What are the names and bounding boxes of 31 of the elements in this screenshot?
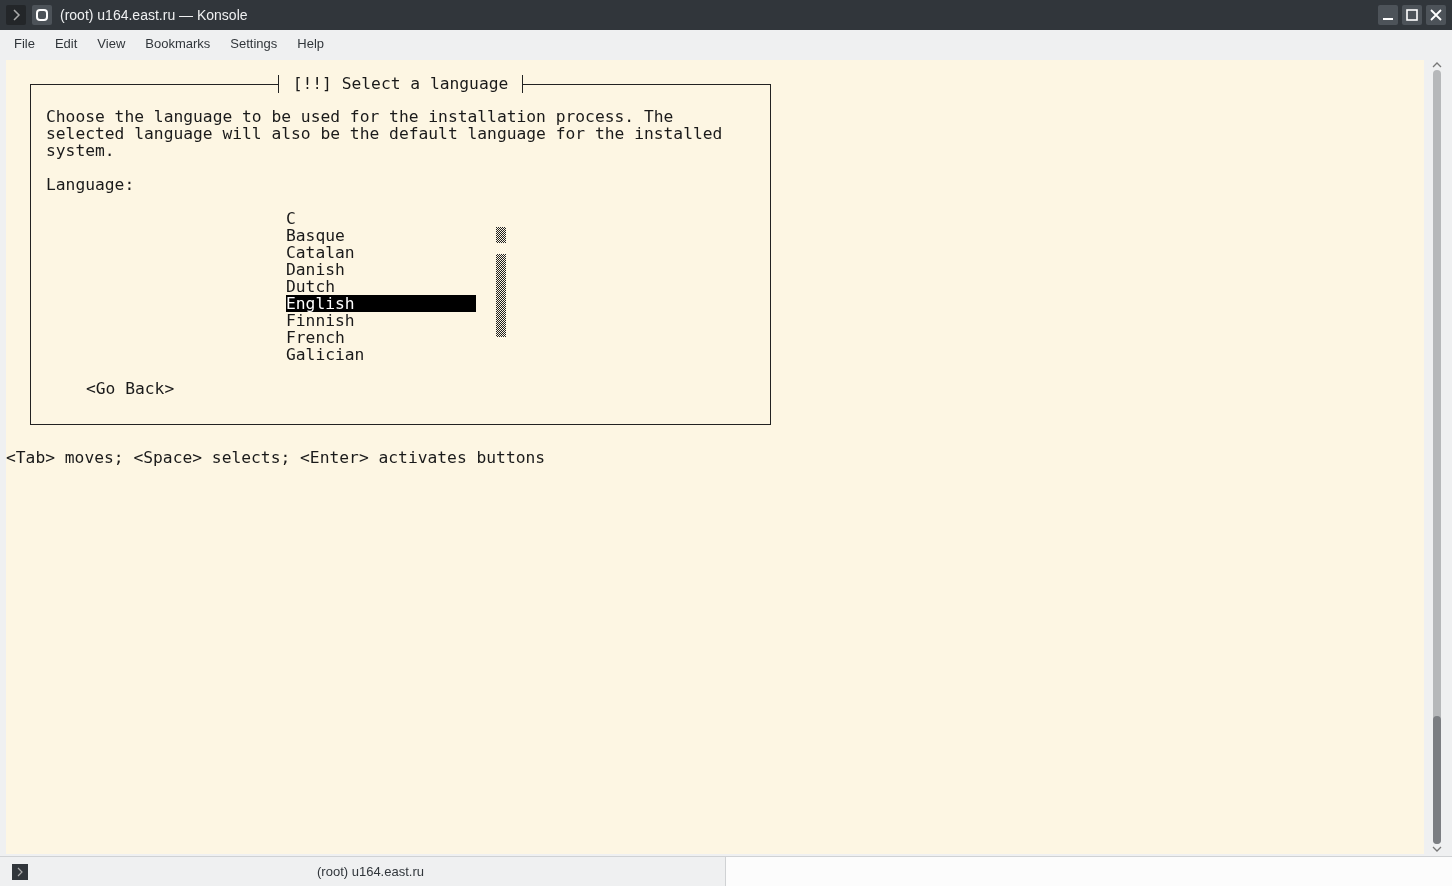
language-option[interactable]: Dutch (286, 278, 476, 295)
language-option[interactable]: Finnish (286, 312, 476, 329)
menu-item[interactable]: Edit (44, 33, 88, 54)
dialog-title: [!!] Select a language (277, 75, 524, 93)
scroll-up-icon[interactable] (1431, 60, 1443, 70)
language-option[interactable]: Galician (286, 346, 476, 363)
scroll-thumb[interactable] (1433, 716, 1441, 844)
maximize-icon[interactable] (1402, 5, 1422, 25)
window-title: (root) u164.east.ru — Konsole (60, 5, 248, 25)
language-option[interactable]: French (286, 329, 476, 346)
terminal-icon (6, 5, 26, 25)
hint-text: <Tab> moves; <Space> selects; <Enter> activates buttons (6, 449, 546, 466)
session-tab-label: (root) u164.east.ru (316, 862, 425, 881)
menu-item[interactable]: Settings (220, 33, 288, 54)
description-text: Choose the language to be used for the installation process. The selected language will also be the default language for the installed system. (46, 108, 724, 159)
language-label: Language: (46, 176, 136, 193)
language-option[interactable]: Catalan (286, 244, 476, 261)
menu-item[interactable]: File (4, 33, 45, 54)
close-icon[interactable] (1426, 5, 1446, 25)
language-option[interactable]: English (286, 295, 476, 312)
menu-item[interactable]: Bookmarks (135, 33, 221, 54)
menu-item[interactable]: View (87, 33, 136, 54)
terminal-icon (12, 863, 28, 880)
pin-icon[interactable] (32, 5, 52, 25)
menu-item[interactable]: Help (287, 33, 335, 54)
scroll-down-icon[interactable] (1431, 844, 1443, 854)
minimize-icon[interactable] (1378, 5, 1398, 25)
language-option[interactable]: Danish (286, 261, 476, 278)
language-option[interactable]: Basque (286, 227, 476, 244)
go-back-button[interactable]: <Go Back> (86, 380, 175, 397)
language-option[interactable]: C (286, 210, 476, 227)
